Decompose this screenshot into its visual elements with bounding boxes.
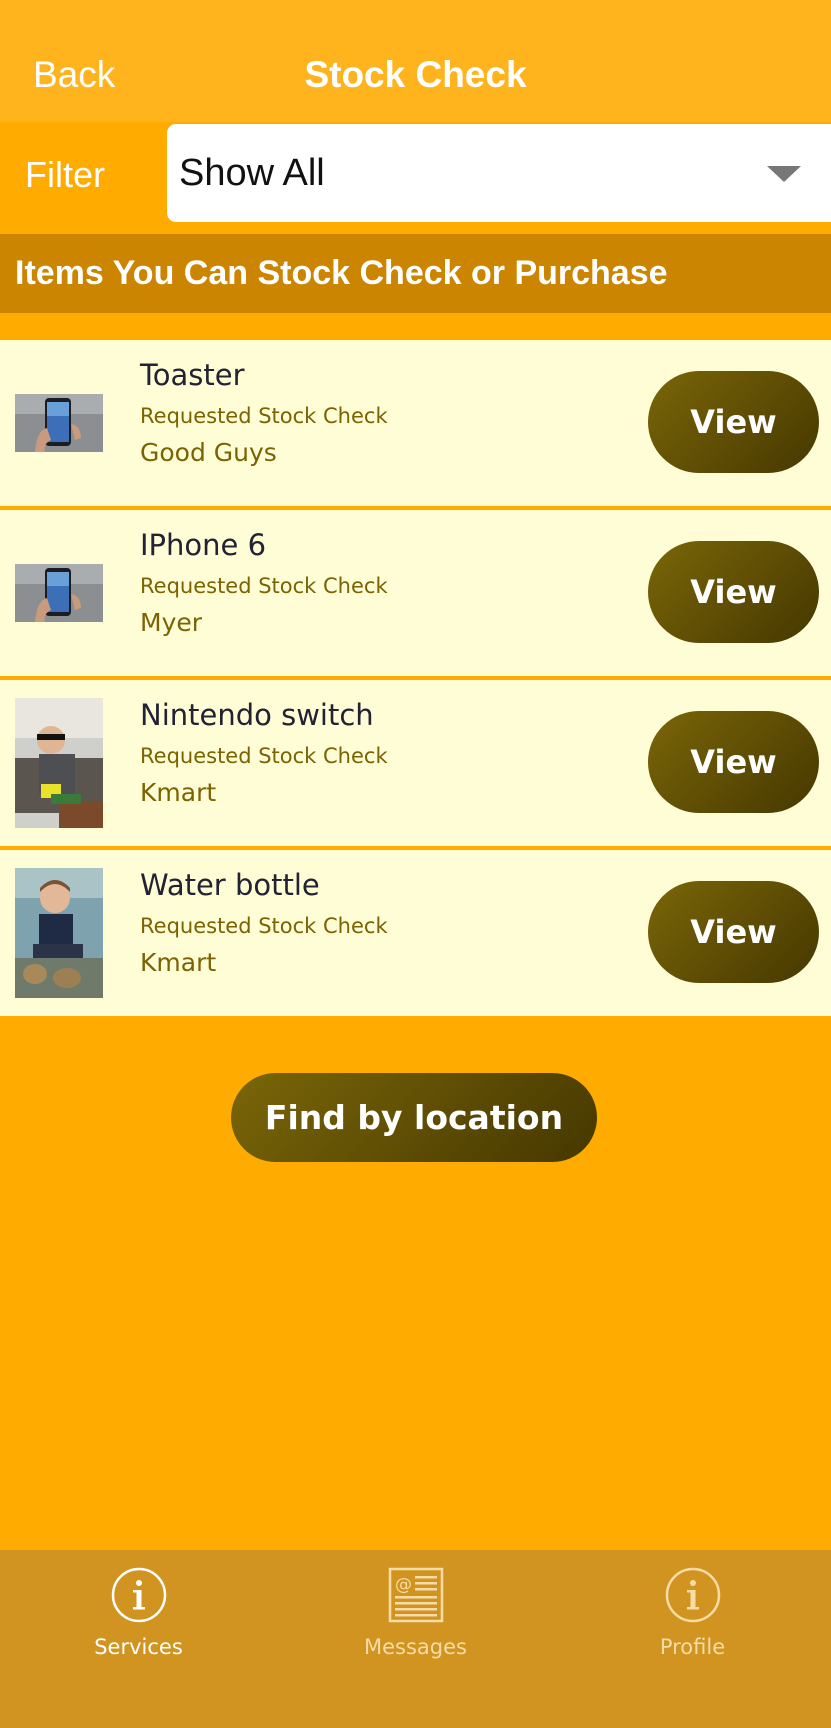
item-status: Requested Stock Check bbox=[140, 404, 388, 428]
info-icon bbox=[664, 1566, 722, 1624]
info-icon bbox=[110, 1566, 168, 1624]
svg-text:@: @ bbox=[395, 1575, 412, 1595]
page-title: Stock Check bbox=[304, 54, 527, 95]
item-name: IPhone 6 bbox=[140, 528, 267, 562]
tab-messages[interactable]: @ Messages bbox=[277, 1550, 554, 1728]
filter-label: Filter bbox=[25, 154, 105, 195]
item-thumbnail bbox=[15, 868, 103, 998]
item-list: Toaster Requested Stock Check Good Guys … bbox=[0, 340, 831, 1020]
item-store: Kmart bbox=[140, 778, 217, 807]
item-thumbnail bbox=[15, 564, 103, 622]
chevron-down-icon bbox=[767, 166, 801, 182]
back-button[interactable]: Back bbox=[33, 52, 115, 98]
view-button[interactable]: View bbox=[648, 881, 819, 983]
nav-header: Back Stock Check bbox=[0, 0, 831, 122]
filter-selected-value: Show All bbox=[179, 152, 325, 194]
section-title: Items You Can Stock Check or Purchase bbox=[15, 254, 668, 292]
newspaper-icon: @ bbox=[387, 1566, 445, 1624]
item-status: Requested Stock Check bbox=[140, 744, 388, 768]
stock-check-screen: Back Stock Check Filter Show All Items Y… bbox=[0, 0, 831, 1728]
filter-dropdown[interactable]: Show All bbox=[167, 124, 831, 222]
tab-label: Profile bbox=[659, 1635, 726, 1659]
item-store: Good Guys bbox=[140, 438, 277, 467]
section-header: Items You Can Stock Check or Purchase bbox=[0, 234, 831, 313]
tab-label: Messages bbox=[364, 1635, 467, 1659]
item-name: Toaster bbox=[140, 358, 245, 392]
list-item: Toaster Requested Stock Check Good Guys … bbox=[0, 340, 831, 506]
find-by-location-button[interactable]: Find by location bbox=[231, 1073, 597, 1162]
item-status: Requested Stock Check bbox=[140, 914, 388, 938]
tab-label: Services bbox=[94, 1635, 183, 1659]
view-button[interactable]: View bbox=[648, 371, 819, 473]
item-name: Nintendo switch bbox=[140, 698, 374, 732]
item-store: Kmart bbox=[140, 948, 217, 977]
item-name: Water bottle bbox=[140, 868, 320, 902]
list-item: Nintendo switch Requested Stock Check Km… bbox=[0, 680, 831, 846]
filter-bar: Filter Show All bbox=[0, 122, 831, 234]
list-item: Water bottle Requested Stock Check Kmart… bbox=[0, 850, 831, 1016]
list-item: IPhone 6 Requested Stock Check Myer View bbox=[0, 510, 831, 676]
item-thumbnail bbox=[15, 394, 103, 452]
tab-profile[interactable]: Profile bbox=[554, 1550, 831, 1728]
tab-bar: Services @ Messages Profile bbox=[0, 1550, 831, 1728]
tab-services[interactable]: Services bbox=[0, 1550, 277, 1728]
item-thumbnail bbox=[15, 698, 103, 828]
view-button[interactable]: View bbox=[648, 541, 819, 643]
item-status: Requested Stock Check bbox=[140, 574, 388, 598]
view-button[interactable]: View bbox=[648, 711, 819, 813]
item-store: Myer bbox=[140, 608, 203, 637]
